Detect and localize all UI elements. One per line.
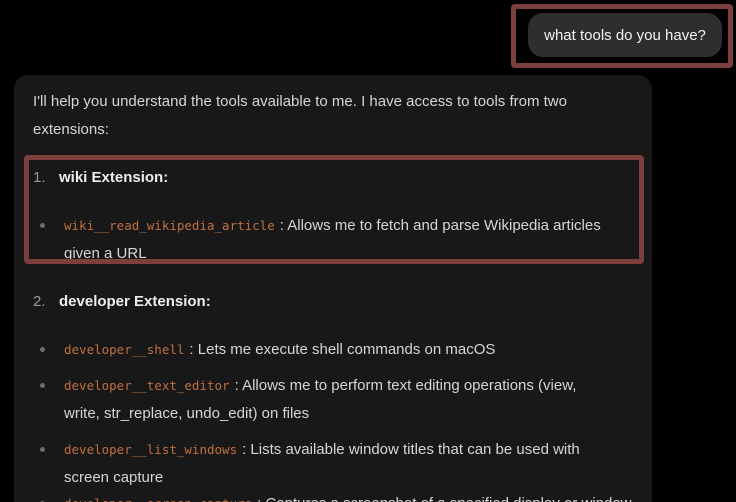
tool-code-name: developer__text_editor [64,378,230,393]
assistant-intro: I'll help you understand the tools avail… [33,88,644,144]
tool-row-read-wikipedia-article: wiki__read_wikipedia_article : Allows me … [33,212,644,268]
list-number: 2. [33,288,46,316]
tool-description-line-2: write, str_replace, undo_edit) on files [64,400,644,428]
tool-row-text-editor: developer__text_editor : Allows me to per… [33,372,644,428]
tool-code-name: developer__shell [64,342,184,357]
tool-description-line-1: : Lets me execute shell commands on macO… [189,341,495,358]
tool-row-list-windows: developer__list_windows : Lists available… [33,436,644,492]
user-message-text: what tools do you have? [544,27,706,44]
assistant-intro-line-1: I'll help you understand the tools avail… [33,88,644,116]
tool-list-wiki: wiki__read_wikipedia_article : Allows me … [33,212,644,268]
tool-list-developer: developer__shell : Lets me execute shell … [33,336,644,502]
tool-description-line-1: : Captures a screenshot of a specified d… [257,495,631,502]
extension-heading: 2. developer Extension: [33,288,644,316]
tool-code-name: wiki__read_wikipedia_article [64,218,275,233]
extension-title: wiki Extension: [59,164,168,192]
tool-description-line-1: : Allows me to perform text editing oper… [235,377,577,394]
list-number: 1. [33,164,46,192]
extension-item-developer: 2. developer Extension: developer__shell… [33,288,644,502]
bullet-icon [40,447,45,452]
tool-description-line-2: screen capture [64,464,644,492]
tool-description-line-2: given a URL [64,240,644,268]
bullet-icon [40,347,45,352]
extension-title: developer Extension: [59,288,211,316]
tool-row-screen-capture-clipped: developer__screen_capture : Captures a sc… [33,490,644,502]
tool-description-line-1: : Allows me to fetch and parse Wikipedia… [280,217,601,234]
bullet-icon [40,223,45,228]
tool-code-name: developer__screen_capture [64,496,252,502]
tool-code-name: developer__list_windows [64,442,237,457]
extension-item-wiki: 1. wiki Extension: wiki__read_wikipedia_… [33,164,644,268]
extension-heading: 1. wiki Extension: [33,164,644,192]
assistant-message-panel: I'll help you understand the tools avail… [14,75,652,502]
tool-description-line-1: : Lists available window titles that can… [242,441,580,458]
tool-row-shell: developer__shell : Lets me execute shell … [33,336,644,364]
bullet-icon [40,383,45,388]
assistant-intro-line-2: extensions: [33,116,644,144]
user-message-bubble: what tools do you have? [528,13,722,57]
